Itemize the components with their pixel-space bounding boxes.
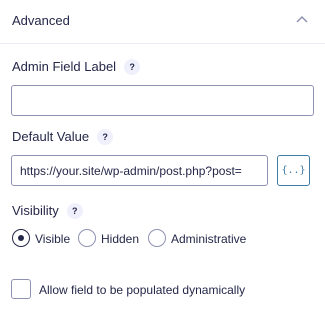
visibility-label-row: Visibility? [12, 203, 83, 219]
radio-label: Hidden [101, 232, 140, 246]
chevron-up-icon[interactable] [295, 14, 309, 24]
radio-label: Administrative [171, 232, 247, 246]
dynamic-population-checkbox[interactable] [11, 279, 31, 299]
radio-button-checked[interactable] [12, 229, 30, 247]
radio-button[interactable] [148, 229, 166, 247]
admin-field-label-row: Admin Field Label? [12, 59, 141, 75]
visibility-label: Visibility [12, 203, 59, 218]
help-icon[interactable]: ? [124, 59, 141, 75]
help-icon[interactable]: ? [66, 203, 83, 219]
dynamic-population-label: Allow field to be populated dynamically [39, 283, 246, 297]
help-icon[interactable]: ? [97, 129, 114, 145]
radio-button[interactable] [78, 229, 96, 247]
section-title: Advanced [12, 13, 70, 28]
admin-field-label-input[interactable] [11, 85, 314, 116]
default-value-label-row: Default Value? [12, 129, 114, 145]
section-header[interactable]: Advanced [0, 0, 325, 44]
radio-label: Visible [35, 232, 71, 246]
default-value-input[interactable] [11, 155, 268, 186]
default-value-label: Default Value [12, 129, 90, 144]
merge-tags-button[interactable]: {..} [277, 155, 310, 186]
admin-field-label: Admin Field Label [12, 59, 117, 74]
